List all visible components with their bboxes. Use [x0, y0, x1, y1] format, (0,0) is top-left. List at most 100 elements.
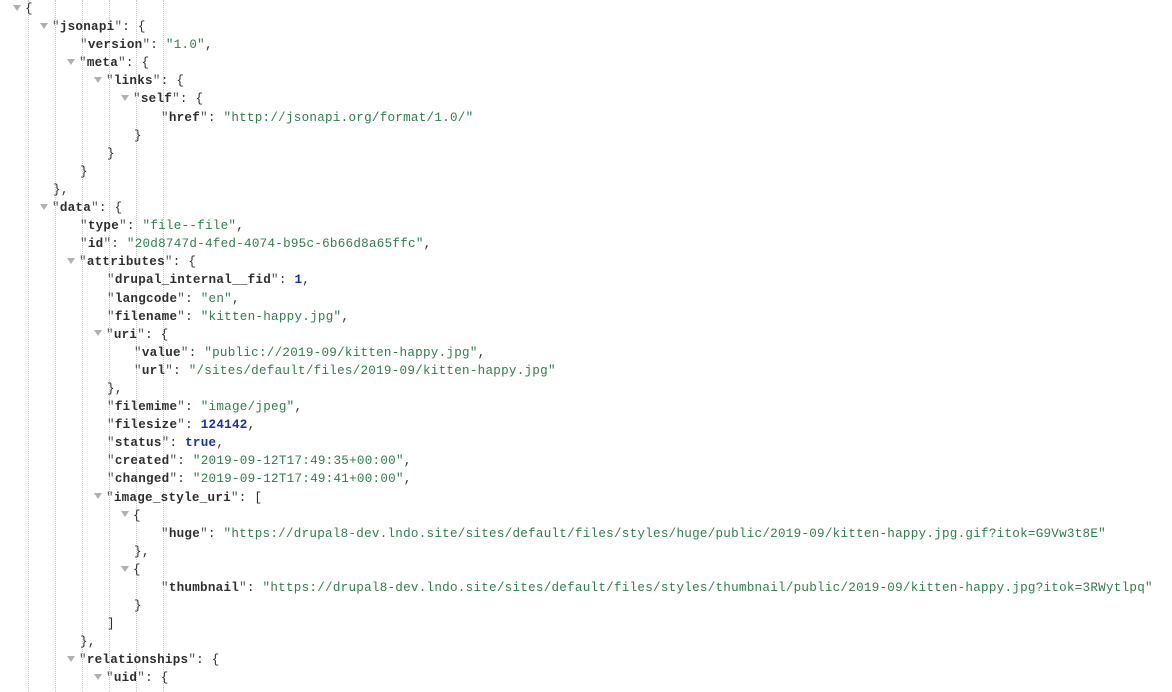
collapse-triangle-icon[interactable]	[67, 656, 75, 663]
json-key: id	[87, 237, 104, 252]
json-key: meta	[86, 56, 119, 71]
json-bracket: }	[107, 146, 115, 161]
json-quote: "	[188, 363, 197, 378]
json-line: {	[0, 561, 1172, 579]
json-quote: "	[79, 56, 87, 71]
json-bracket: }	[80, 164, 88, 179]
json-quote: "	[107, 400, 115, 415]
json-line: },	[0, 380, 1172, 398]
json-key: status	[114, 436, 162, 451]
json-quote: "	[395, 454, 404, 469]
json-key: huge	[168, 526, 201, 541]
collapse-triangle-icon[interactable]	[94, 674, 102, 681]
json-line: "changed": "2019-09-12T17:49:41+00:00",	[0, 470, 1172, 488]
json-key: created	[114, 454, 170, 469]
json-string-value: public://2019-09/kitten-happy.jpg	[212, 345, 470, 360]
json-quote: "	[192, 454, 201, 469]
json-line: "version": "1.0",	[0, 36, 1172, 54]
json-key: relationships	[86, 653, 189, 668]
json-quote: "	[204, 345, 213, 360]
json-line: "filename": "kitten-happy.jpg",	[0, 308, 1172, 326]
json-line: "id": "20d8747d-4fed-4074-b95c-6b66d8a65…	[0, 235, 1172, 253]
json-line: "drupal_internal__fid": 1,	[0, 271, 1172, 289]
collapse-triangle-icon[interactable]	[121, 95, 129, 102]
json-colon: :	[188, 345, 205, 360]
json-key: filename	[114, 309, 178, 324]
json-key: type	[87, 219, 120, 234]
collapse-triangle-icon[interactable]	[40, 203, 48, 210]
json-comma: ,	[141, 544, 150, 559]
json-string-value: 20d8747d-4fed-4074-b95c-6b66d8a65ffc	[134, 237, 416, 252]
json-quote: "	[165, 363, 174, 378]
json-line: "href": "http://jsonapi.org/format/1.0/"	[0, 109, 1172, 127]
json-quote: "	[239, 581, 247, 595]
json-key: changed	[114, 472, 170, 487]
json-quote: "	[200, 291, 209, 306]
json-quote: "	[164, 255, 173, 270]
json-bracket: {	[141, 56, 150, 71]
json-key: data	[59, 201, 92, 216]
json-comma: ,	[247, 418, 256, 433]
collapse-triangle-icon[interactable]	[67, 58, 75, 65]
collapse-triangle-icon[interactable]	[67, 257, 75, 264]
collapse-triangle-icon[interactable]	[40, 22, 48, 29]
json-line: "thumbnail": "https://drupal8-dev.lndo.s…	[0, 579, 1172, 597]
collapse-triangle-icon[interactable]	[94, 77, 102, 84]
json-string-value: https://drupal8-dev.lndo.site/sites/defa…	[231, 526, 1099, 541]
json-boolean-value: true	[185, 436, 217, 451]
json-bracket: }	[134, 599, 142, 614]
json-quote: "	[177, 309, 186, 324]
json-quote: "	[107, 309, 115, 324]
json-colon: :	[150, 38, 166, 53]
json-colon: :	[145, 671, 161, 686]
json-colon: :	[278, 273, 295, 288]
json-string-value: file--file	[150, 219, 229, 234]
json-bracket: {	[25, 2, 33, 16]
json-comma: ,	[403, 454, 412, 469]
json-key: url	[141, 363, 166, 378]
json-bracket: }	[107, 381, 115, 396]
json-comma: ,	[302, 273, 311, 288]
json-quote: "	[200, 110, 208, 125]
json-line: },	[0, 633, 1172, 651]
collapse-triangle-icon[interactable]	[94, 493, 102, 500]
json-colon: :	[111, 237, 127, 252]
json-colon: :	[98, 201, 115, 216]
json-colon: :	[177, 472, 193, 487]
json-quote: "	[79, 255, 87, 270]
json-comma: ,	[204, 38, 213, 53]
json-bracket: }	[53, 182, 61, 197]
json-string-value: http://jsonapi.org/format/1.0/	[231, 110, 466, 125]
json-colon: :	[125, 56, 142, 71]
json-viewer[interactable]: {"jsonapi": {"version": "1.0", "meta": {"…	[0, 0, 1172, 692]
json-quote: "	[119, 219, 127, 234]
json-quote: "	[107, 454, 115, 469]
collapse-triangle-icon[interactable]	[121, 511, 129, 518]
json-quote: "	[52, 20, 60, 35]
json-colon: :	[179, 92, 196, 107]
json-key: self	[140, 92, 173, 107]
json-colon: :	[172, 255, 189, 270]
json-bracket: {	[114, 201, 123, 216]
json-quote: "	[224, 291, 232, 306]
json-colon: :	[160, 74, 177, 89]
collapse-triangle-icon[interactable]	[121, 565, 129, 572]
json-line: "relationships": {	[0, 651, 1172, 669]
json-colon: :	[238, 490, 255, 505]
json-line: {	[0, 0, 1172, 18]
json-quote: "	[137, 671, 146, 686]
json-quote: "	[197, 38, 205, 53]
json-colon: :	[185, 418, 201, 433]
json-quote: "	[126, 237, 135, 252]
json-comma: ,	[216, 436, 225, 451]
collapse-triangle-icon[interactable]	[13, 4, 21, 11]
json-line: "links": {	[0, 72, 1172, 90]
json-colon: :	[207, 110, 224, 125]
json-key: value	[141, 345, 181, 360]
collapse-triangle-icon[interactable]	[94, 330, 102, 337]
json-key: attributes	[86, 255, 165, 270]
json-string-value: /sites/default/files/2019-09/kitten-happ…	[196, 363, 548, 378]
json-quote: "	[415, 237, 424, 252]
json-line: },	[0, 181, 1172, 199]
json-quote: "	[230, 490, 239, 505]
